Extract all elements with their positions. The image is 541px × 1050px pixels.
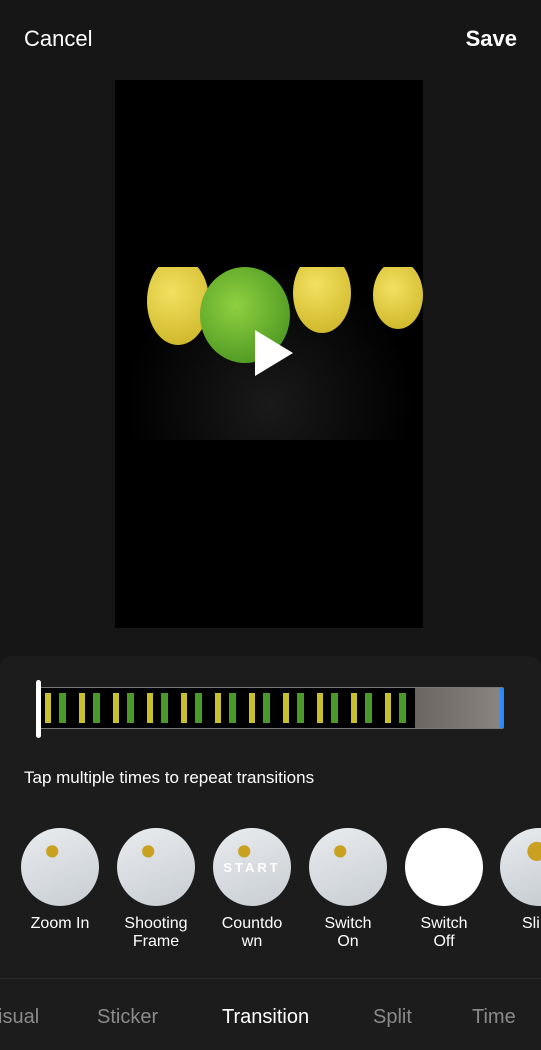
play-icon[interactable] — [255, 330, 293, 376]
hint-text: Tap multiple times to repeat transitions — [24, 768, 315, 787]
transition-switch-off[interactable]: Switch Off — [404, 828, 484, 951]
transition-label: Switch On — [324, 915, 372, 950]
transition-thumbnail — [117, 828, 195, 906]
tab-visual[interactable]: isual — [0, 1006, 39, 1029]
timeline-thumbnail-end — [415, 688, 503, 728]
transition-list[interactable]: Zoom In Shooting Frame START Countdown Sw… — [0, 828, 541, 958]
transition-label: Shooting Frame — [124, 915, 188, 950]
transition-countdown[interactable]: START Countdown — [212, 828, 292, 951]
transition-thumbnail — [21, 828, 99, 906]
timeline-strip[interactable] — [38, 687, 504, 729]
tab-transition[interactable]: Transition — [222, 1006, 309, 1029]
timeline-end-marker — [500, 688, 503, 728]
transition-thumbnail: START — [213, 828, 291, 906]
transition-label: Switch Off — [420, 915, 468, 950]
countdown-overlay-text: START — [223, 860, 281, 875]
transition-zoom-in[interactable]: Zoom In — [20, 828, 100, 933]
transition-shooting-frame[interactable]: Shooting Frame — [116, 828, 196, 951]
save-button[interactable]: Save — [466, 26, 517, 52]
transition-thumbnail — [309, 828, 387, 906]
playhead-handle[interactable] — [36, 680, 41, 738]
transition-label: Zoom In — [30, 915, 90, 932]
tab-split[interactable]: Split — [373, 1006, 412, 1029]
transition-label: Sli — [522, 915, 540, 932]
transition-thumbnail — [500, 828, 541, 906]
video-preview[interactable] — [115, 80, 423, 628]
timeline-thumbnails — [39, 693, 415, 723]
transition-thumbnail — [405, 828, 483, 906]
tab-sticker[interactable]: Sticker — [97, 1006, 158, 1029]
cancel-button[interactable]: Cancel — [24, 26, 92, 52]
transition-label: Countdown — [221, 915, 283, 950]
tab-time[interactable]: Time — [472, 1006, 516, 1029]
transition-slide[interactable]: Sli — [500, 828, 541, 933]
transition-switch-on[interactable]: Switch On — [308, 828, 388, 951]
divider — [0, 978, 541, 979]
edit-panel: Tap multiple times to repeat transitions… — [0, 656, 541, 1050]
